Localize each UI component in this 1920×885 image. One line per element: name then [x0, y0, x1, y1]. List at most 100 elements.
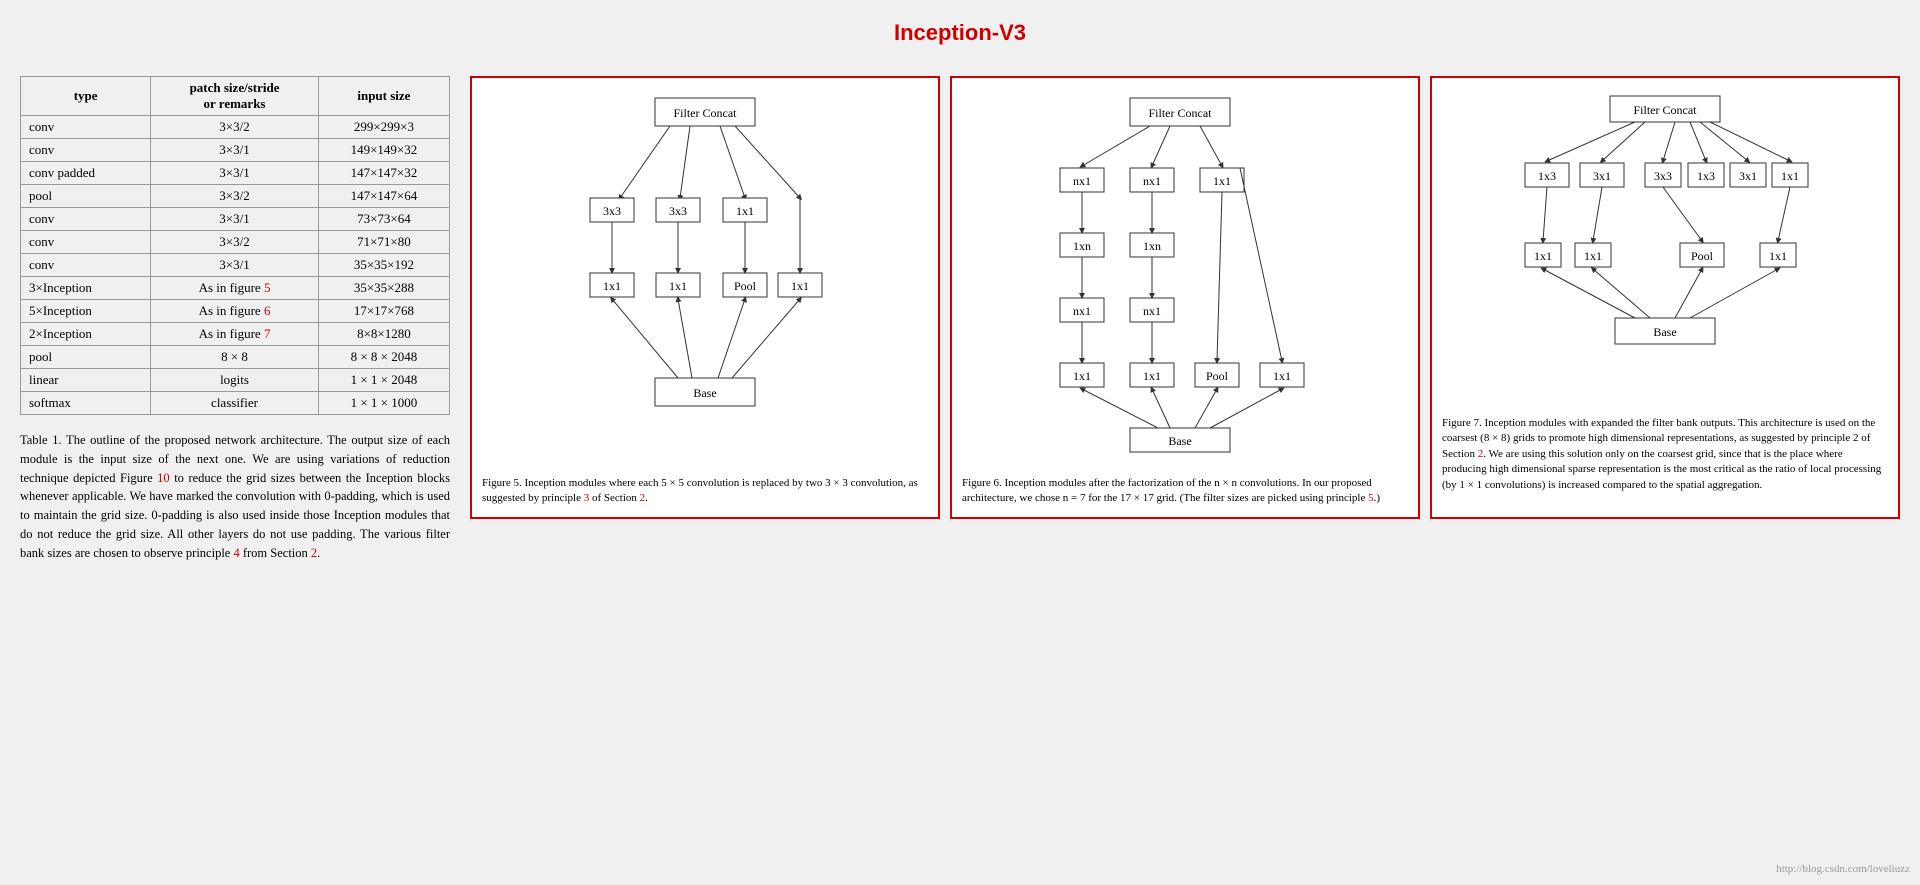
- cell-input: 299×299×3: [318, 116, 449, 139]
- table-row: conv 3×3/2 71×71×80: [21, 231, 450, 254]
- table-row: pool 3×3/2 147×147×64: [21, 185, 450, 208]
- cell-input: 147×147×64: [318, 185, 449, 208]
- table-row: conv padded 3×3/1 147×147×32: [21, 162, 450, 185]
- cell-input: 1 × 1 × 1000: [318, 392, 449, 415]
- cell-type: conv: [21, 116, 151, 139]
- svg-text:nx1: nx1: [1143, 304, 1161, 318]
- svg-text:1x3: 1x3: [1697, 169, 1715, 183]
- architecture-table: type patch size/strideor remarks input s…: [20, 76, 450, 415]
- figure6-diagram: Filter Concat nx1 nx1 1x1 1xn 1xn: [1040, 88, 1330, 468]
- figure6-box: Filter Concat nx1 nx1 1x1 1xn 1xn: [950, 76, 1420, 519]
- cell-input: 147×147×32: [318, 162, 449, 185]
- cell-input: 35×35×288: [318, 277, 449, 300]
- cell-patch: logits: [151, 369, 319, 392]
- cell-input: 1 × 1 × 2048: [318, 369, 449, 392]
- page-title: Inception-V3: [20, 20, 1900, 46]
- svg-text:Base: Base: [1168, 434, 1191, 448]
- svg-text:1x1: 1x1: [736, 204, 754, 218]
- fig5-ref3[interactable]: 3: [584, 492, 590, 504]
- svg-text:3x3: 3x3: [1654, 169, 1672, 183]
- svg-text:1x1: 1x1: [669, 279, 687, 293]
- svg-text:Base: Base: [1653, 325, 1676, 339]
- svg-text:1x1: 1x1: [1584, 249, 1602, 263]
- figure7-box: Filter Concat 1x3 3x1 3x3 1x3 3x1 1x1: [1430, 76, 1900, 519]
- table-row: pool 8 × 8 8 × 8 × 2048: [21, 346, 450, 369]
- table-caption: Table 1. The outline of the proposed net…: [20, 431, 450, 562]
- cell-type: 5×Inception: [21, 300, 151, 323]
- cell-type: conv: [21, 254, 151, 277]
- ref-link-10[interactable]: 10: [157, 471, 170, 485]
- cell-input: 149×149×32: [318, 139, 449, 162]
- table-row: conv 3×3/2 299×299×3: [21, 116, 450, 139]
- svg-text:3x1: 3x1: [1739, 169, 1757, 183]
- ref-link-5[interactable]: 5: [264, 280, 271, 295]
- svg-text:Pool: Pool: [734, 279, 757, 293]
- svg-text:nx1: nx1: [1073, 174, 1091, 188]
- col-input: input size: [318, 77, 449, 116]
- cell-type: pool: [21, 346, 151, 369]
- svg-text:1x3: 1x3: [1538, 169, 1556, 183]
- cell-patch: 3×3/2: [151, 116, 319, 139]
- left-panel: type patch size/strideor remarks input s…: [20, 76, 450, 562]
- fig5-ref-sec2[interactable]: 2: [640, 492, 646, 504]
- watermark: http://blog.csdn.com/loveliuzz: [1776, 863, 1910, 875]
- cell-type: conv: [21, 139, 151, 162]
- ref-link-4[interactable]: 4: [233, 546, 239, 560]
- table-row: conv 3×3/1 35×35×192: [21, 254, 450, 277]
- cell-patch: As in figure 7: [151, 323, 319, 346]
- cell-input: 71×71×80: [318, 231, 449, 254]
- svg-text:1xn: 1xn: [1143, 239, 1161, 253]
- table-row: 3×Inception As in figure 5 35×35×288: [21, 277, 450, 300]
- svg-text:3x3: 3x3: [669, 204, 687, 218]
- figure7-diagram: Filter Concat 1x3 3x1 3x3 1x3 3x1 1x1: [1505, 88, 1825, 408]
- svg-text:1x1: 1x1: [791, 279, 809, 293]
- cell-type: linear: [21, 369, 151, 392]
- cell-input: 8×8×1280: [318, 323, 449, 346]
- cell-input: 73×73×64: [318, 208, 449, 231]
- svg-text:Filter Concat: Filter Concat: [1149, 106, 1213, 120]
- ref-link-sec2[interactable]: 2: [311, 546, 317, 560]
- svg-text:3x3: 3x3: [603, 204, 621, 218]
- svg-text:Pool: Pool: [1691, 249, 1714, 263]
- main-content: type patch size/strideor remarks input s…: [20, 76, 1900, 562]
- cell-type: conv: [21, 208, 151, 231]
- svg-text:1x1: 1x1: [1781, 169, 1799, 183]
- cell-patch: 3×3/1: [151, 208, 319, 231]
- col-patch: patch size/strideor remarks: [151, 77, 319, 116]
- svg-text:Base: Base: [693, 386, 716, 400]
- svg-text:Pool: Pool: [1206, 369, 1229, 383]
- figure5-box: Filter Concat 3x3 3x3 1x1 1x: [470, 76, 940, 519]
- svg-text:Filter Concat: Filter Concat: [674, 106, 738, 120]
- figures-area: Filter Concat 3x3 3x3 1x1 1x: [470, 76, 1900, 519]
- figure5-caption: Figure 5. Inception modules where each 5…: [482, 476, 928, 507]
- figure6-caption: Figure 6. Inception modules after the fa…: [962, 476, 1408, 507]
- svg-text:Filter Concat: Filter Concat: [1634, 103, 1698, 117]
- cell-patch: 3×3/2: [151, 231, 319, 254]
- figure7-caption: Figure 7. Inception modules with expande…: [1442, 416, 1888, 493]
- cell-patch: classifier: [151, 392, 319, 415]
- figure5-diagram: Filter Concat 3x3 3x3 1x1 1x: [560, 88, 850, 468]
- svg-text:1x1: 1x1: [1073, 369, 1091, 383]
- svg-text:nx1: nx1: [1143, 174, 1161, 188]
- table-row: conv 3×3/1 149×149×32: [21, 139, 450, 162]
- cell-patch: 8 × 8: [151, 346, 319, 369]
- cell-input: 35×35×192: [318, 254, 449, 277]
- cell-patch: 3×3/1: [151, 139, 319, 162]
- cell-input: 8 × 8 × 2048: [318, 346, 449, 369]
- cell-type: conv: [21, 231, 151, 254]
- fig6-ref5[interactable]: 5: [1368, 492, 1374, 504]
- svg-text:1x1: 1x1: [1143, 369, 1161, 383]
- table-row: conv 3×3/1 73×73×64: [21, 208, 450, 231]
- table-row: softmax classifier 1 × 1 × 1000: [21, 392, 450, 415]
- cell-input: 17×17×768: [318, 300, 449, 323]
- ref-link-6[interactable]: 6: [264, 303, 271, 318]
- cell-type: softmax: [21, 392, 151, 415]
- svg-text:1x1: 1x1: [1273, 369, 1291, 383]
- table-row: 5×Inception As in figure 6 17×17×768: [21, 300, 450, 323]
- cell-patch: 3×3/1: [151, 254, 319, 277]
- col-type: type: [21, 77, 151, 116]
- svg-text:1xn: 1xn: [1073, 239, 1091, 253]
- ref-link-7[interactable]: 7: [264, 326, 271, 341]
- fig7-ref-sec2[interactable]: 2: [1478, 448, 1484, 460]
- table-row: 2×Inception As in figure 7 8×8×1280: [21, 323, 450, 346]
